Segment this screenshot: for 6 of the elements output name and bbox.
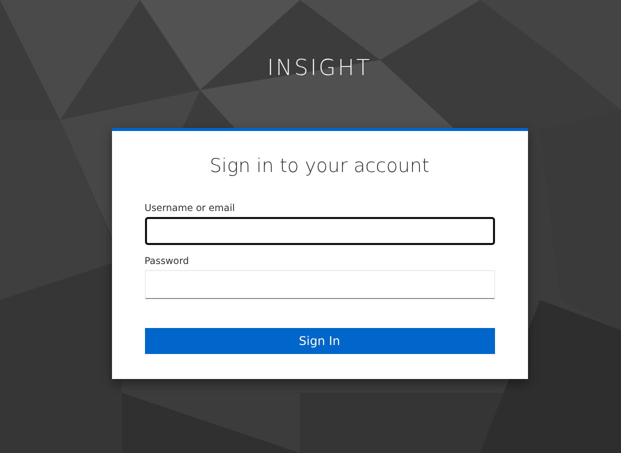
field-label: Password [144, 256, 190, 267]
brand-title: INSIGHT [267, 56, 372, 81]
card-heading: Sign in to your account [208, 155, 430, 177]
field-label: Username or email [144, 203, 236, 214]
input-field[interactable] [144, 217, 494, 245]
sign-in-button[interactable]: Sign In [144, 328, 494, 354]
